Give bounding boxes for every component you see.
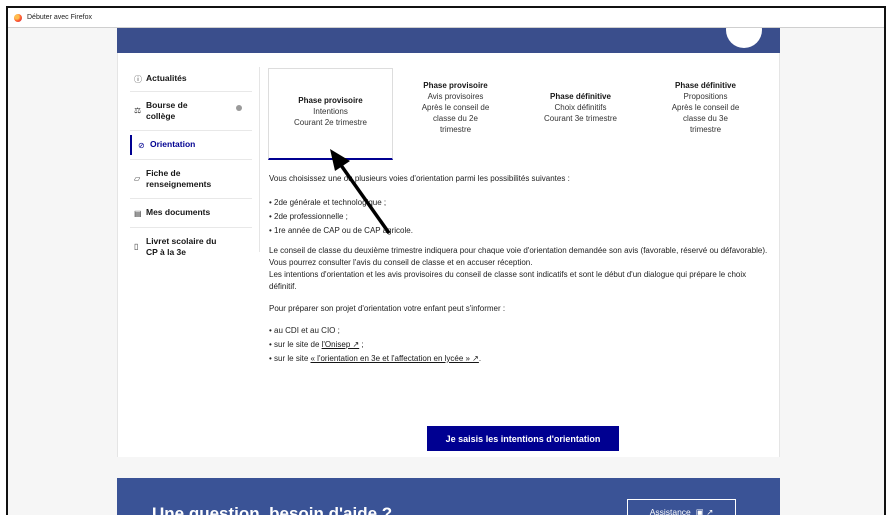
sidebar-item-label: Orientation: [150, 139, 196, 149]
browser-tab-title: Débuter avec Firefox: [27, 14, 92, 21]
tab-phase-propositions[interactable]: Phase définitive Propositions Après le c…: [643, 68, 768, 158]
phase-line: Courant 2e trimestre: [294, 118, 367, 127]
sidebar-item-bourse[interactable]: ⚖ Bourse de collège: [130, 92, 252, 131]
list-item: sur le site « l'orientation en 3e et l'a…: [269, 353, 774, 365]
phase-line: classe du 3e: [683, 114, 728, 123]
info-icon: ⓘ: [134, 75, 142, 84]
tab-phase-choix[interactable]: Phase définitive Choix définitifs Couran…: [518, 68, 643, 158]
info-prefix: sur le site: [274, 354, 311, 363]
sidebar-item-documents[interactable]: ▤ Mes documents: [130, 199, 252, 228]
phase-tabs: Phase provisoire Intentions Courant 2e t…: [268, 68, 768, 160]
phase-line: Avis provisoires: [427, 92, 484, 101]
phase-title: Phase provisoire: [298, 96, 363, 105]
phase-title: Phase provisoire: [423, 81, 488, 90]
paragraph-avis: Le conseil de classe du deuxième trimest…: [269, 246, 768, 255]
screenshot-frame: Débuter avec Firefox ⓘ Actualités ⚖ Bour…: [6, 6, 886, 515]
page-viewport: ⓘ Actualités ⚖ Bourse de collège ⊘ Orien…: [8, 28, 884, 515]
sidebar-item-label: Livret scolaire du CP à la 3e: [146, 236, 217, 257]
assistance-label: Assistance: [649, 507, 691, 515]
sidebar-item-livret[interactable]: ▯ Livret scolaire du CP à la 3e: [130, 228, 252, 264]
side-menu: ⓘ Actualités ⚖ Bourse de collège ⊘ Orien…: [130, 67, 252, 264]
intro-text: Vous choisissez une ou plusieurs voies d…: [269, 174, 570, 183]
sidebar-item-label: Fiche de renseignements: [146, 168, 212, 189]
info-suffix: ;: [359, 340, 364, 349]
paragraph-consulter: Vous pourrez consulter l'avis du conseil…: [269, 258, 533, 267]
pencil-icon: ▱: [134, 174, 141, 183]
main-card: ⓘ Actualités ⚖ Bourse de collège ⊘ Orien…: [117, 53, 780, 457]
scale-icon: ⚖: [134, 106, 142, 115]
document-icon: ▤: [134, 209, 142, 218]
list-item: 2de professionnelle ;: [269, 211, 774, 223]
compass-icon: ⊘: [138, 141, 145, 150]
tab-phase-avis[interactable]: Phase provisoire Avis provisoires Après …: [393, 68, 518, 158]
book-icon: ▯: [134, 242, 139, 251]
phase-line: Après le conseil de: [421, 103, 490, 112]
phase-line: Intentions: [313, 107, 348, 116]
firefox-icon: [14, 13, 22, 22]
submit-intentions-button[interactable]: Je saisis les intentions d'orientation: [427, 426, 619, 451]
list-item: sur le site de l'Onisep ↗ ;: [269, 339, 774, 351]
phase-title: Phase définitive: [675, 81, 736, 90]
tab-phase-intentions[interactable]: Phase provisoire Intentions Courant 2e t…: [268, 68, 393, 160]
browser-tab[interactable]: Débuter avec Firefox: [8, 8, 198, 28]
info-list: au CDI et au CIO ; sur le site de l'Onis…: [269, 325, 774, 365]
orientation-content: Vous choisissez une ou plusieurs voies d…: [269, 173, 774, 373]
phase-line: classe du 2e: [433, 114, 478, 123]
assistance-button[interactable]: Assistance ▣ ↗: [627, 499, 736, 515]
phase-line: Après le conseil de: [671, 103, 740, 112]
browser-tab-strip: Débuter avec Firefox: [8, 8, 884, 28]
sidebar-item-actualites[interactable]: ⓘ Actualités: [130, 67, 252, 92]
assistance-external-icon: ▣ ↗: [695, 506, 714, 515]
info-suffix: .: [478, 354, 482, 363]
info-intro-text: Pour préparer son projet d'orientation v…: [269, 304, 506, 313]
phase-line: Choix définitifs: [554, 103, 607, 112]
header-banner: [117, 28, 780, 53]
onisep-link[interactable]: l'Onisep ↗: [322, 340, 360, 349]
phase-line: Propositions: [683, 92, 728, 101]
affectation-link[interactable]: « l'orientation en 3e et l'affectation e…: [311, 354, 479, 363]
avatar-circle[interactable]: [726, 28, 762, 48]
paragraph-indicatifs: Les intentions d'orientation et les avis…: [269, 270, 747, 291]
sidebar-item-label: Bourse de collège: [146, 100, 188, 121]
help-banner: Une question, besoin d'aide ? Assistance…: [117, 478, 780, 515]
sidebar-item-label: Actualités: [146, 73, 187, 83]
sidebar-item-label: Mes documents: [146, 207, 211, 217]
info-prefix: sur le site de: [274, 340, 322, 349]
list-item: au CDI et au CIO ;: [269, 325, 774, 337]
sidebar-item-fiche[interactable]: ▱ Fiche de renseignements: [130, 160, 252, 199]
sidebar-item-orientation[interactable]: ⊘ Orientation: [130, 131, 252, 160]
phase-line: trimestre: [689, 125, 722, 134]
status-dot-icon: [236, 105, 242, 111]
phase-line: trimestre: [439, 125, 472, 134]
vertical-divider: [259, 67, 260, 252]
phase-title: Phase définitive: [550, 92, 611, 101]
list-item: 2de générale et technologique ;: [269, 197, 774, 209]
options-list: 2de générale et technologique ; 2de prof…: [269, 197, 774, 237]
help-title: Une question, besoin d'aide ?: [152, 504, 393, 515]
phase-line: Courant 3e trimestre: [544, 114, 617, 123]
list-item: 1re année de CAP ou de CAP agricole.: [269, 225, 774, 237]
